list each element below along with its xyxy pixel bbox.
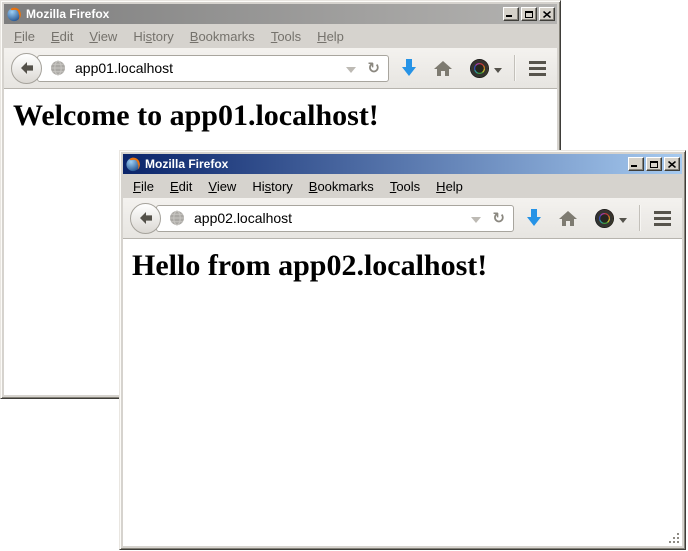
menu-button[interactable] <box>654 211 671 226</box>
menu-item-edit[interactable]: Edit <box>162 177 200 196</box>
menu-item-view[interactable]: View <box>81 27 125 46</box>
resize-grip[interactable] <box>668 532 681 545</box>
chevron-down-icon <box>494 68 502 73</box>
menu-item-edit[interactable]: Edit <box>43 27 81 46</box>
navigation-toolbar: app02.localhost ↻ <box>123 198 682 239</box>
navigation-toolbar: app01.localhost ↻ <box>4 48 557 89</box>
window-controls <box>626 157 680 171</box>
close-icon <box>668 161 676 168</box>
hamburger-icon <box>529 61 546 76</box>
page-heading: Welcome to app01.localhost! <box>13 99 557 133</box>
chevron-down-icon <box>619 218 627 223</box>
maximize-icon <box>650 161 658 168</box>
minimize-icon <box>506 15 512 17</box>
menu-item-history[interactable]: History <box>125 27 181 46</box>
reload-icon[interactable]: ↻ <box>492 211 505 226</box>
download-button[interactable] <box>527 209 541 227</box>
globe-icon[interactable] <box>169 210 185 226</box>
minimize-icon <box>631 165 637 167</box>
firefox-icon <box>125 156 141 172</box>
window-title: Mozilla Firefox <box>26 7 501 21</box>
window-title: Mozilla Firefox <box>145 157 626 171</box>
page-heading: Hello from app02.localhost! <box>132 249 682 283</box>
urlbar-history-dropdown-icon[interactable] <box>346 67 356 73</box>
urlbar[interactable]: app01.localhost ↻ <box>37 55 389 82</box>
maximize-button[interactable] <box>646 157 662 171</box>
back-button[interactable] <box>11 53 42 84</box>
menu-item-file[interactable]: File <box>6 27 43 46</box>
menu-item-tools[interactable]: Tools <box>263 27 309 46</box>
url-text[interactable]: app02.localhost <box>194 210 467 226</box>
menu-item-tools[interactable]: Tools <box>382 177 428 196</box>
urlbar[interactable]: app02.localhost ↻ <box>156 205 514 232</box>
url-text[interactable]: app01.localhost <box>75 60 342 76</box>
home-button[interactable] <box>559 211 577 226</box>
menu-button[interactable] <box>529 61 546 76</box>
menu-item-file[interactable]: File <box>125 177 162 196</box>
menubar: File Edit View History Bookmarks Tools H… <box>4 24 557 48</box>
titlebar[interactable]: Mozilla Firefox <box>4 4 557 24</box>
menu-item-bookmarks[interactable]: Bookmarks <box>182 27 263 46</box>
minimize-button[interactable] <box>503 7 519 21</box>
toolbar-separator <box>639 205 640 231</box>
menu-item-help[interactable]: Help <box>309 27 352 46</box>
maximize-icon <box>525 11 533 18</box>
home-icon <box>559 211 577 226</box>
close-button[interactable] <box>539 7 555 21</box>
search-engine-icon <box>595 209 614 228</box>
menu-item-help[interactable]: Help <box>428 177 471 196</box>
home-button[interactable] <box>434 61 452 76</box>
download-icon <box>402 59 416 77</box>
home-icon <box>434 61 452 76</box>
menu-item-bookmarks[interactable]: Bookmarks <box>301 177 382 196</box>
back-icon <box>19 60 35 76</box>
menu-item-view[interactable]: View <box>200 177 244 196</box>
search-engine-icon <box>470 59 489 78</box>
download-icon <box>527 209 541 227</box>
close-icon <box>543 11 551 18</box>
toolbar-separator <box>514 55 515 81</box>
download-button[interactable] <box>402 59 416 77</box>
urlbar-history-dropdown-icon[interactable] <box>471 217 481 223</box>
titlebar[interactable]: Mozilla Firefox <box>123 154 682 174</box>
reload-icon[interactable]: ↻ <box>367 61 380 76</box>
window-app02: Mozilla Firefox File Edit View History B… <box>119 150 686 550</box>
menu-item-history[interactable]: History <box>244 177 300 196</box>
maximize-button[interactable] <box>521 7 537 21</box>
search-engine-button[interactable] <box>595 209 629 228</box>
minimize-button[interactable] <box>628 157 644 171</box>
browser-content: Hello from app02.localhost! <box>123 239 682 546</box>
search-engine-button[interactable] <box>470 59 504 78</box>
back-button[interactable] <box>130 203 161 234</box>
hamburger-icon <box>654 211 671 226</box>
globe-icon[interactable] <box>50 60 66 76</box>
back-icon <box>138 210 154 226</box>
firefox-icon <box>6 6 22 22</box>
window-controls <box>501 7 555 21</box>
close-button[interactable] <box>664 157 680 171</box>
menubar: File Edit View History Bookmarks Tools H… <box>123 174 682 198</box>
